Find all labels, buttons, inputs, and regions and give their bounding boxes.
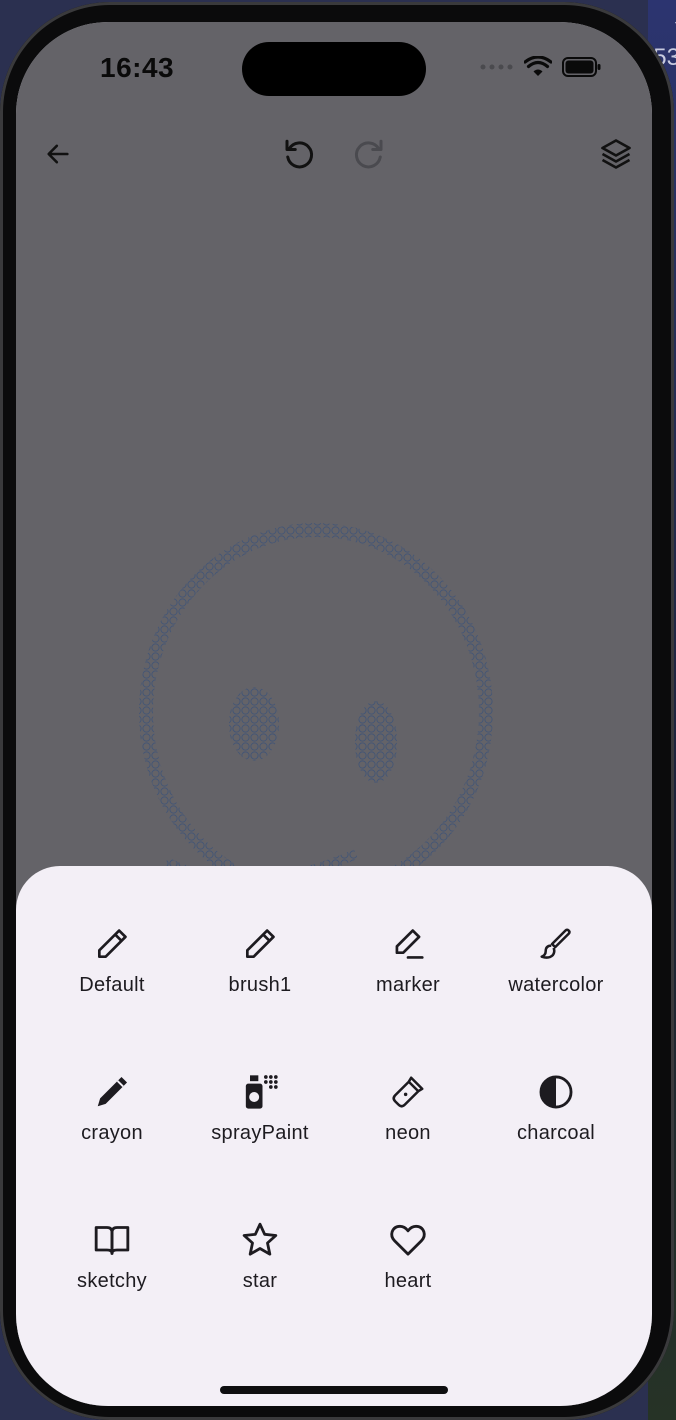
arrow-left-icon: [47, 144, 69, 164]
brush-option-heart[interactable]: heart: [334, 1210, 482, 1306]
brush-picker-sheet: Default brush1 marker watercolor crayon …: [16, 866, 652, 1406]
spray-can-icon: [240, 1072, 280, 1112]
brush-label: sprayPaint: [211, 1122, 309, 1144]
open-book-icon: [92, 1220, 132, 1260]
brush-label: Default: [79, 974, 145, 996]
layers-button[interactable]: [588, 126, 644, 182]
brush-option-charcoal[interactable]: charcoal: [482, 1062, 630, 1158]
star-icon: [240, 1220, 280, 1260]
dynamic-island: [242, 42, 426, 96]
flashlight-icon: [388, 1072, 428, 1112]
pencil-outline-icon: [92, 924, 132, 964]
signal-dots-icon: [480, 64, 513, 70]
brush-label: brush1: [228, 974, 292, 996]
brush-label: star: [242, 1270, 278, 1292]
back-button[interactable]: [30, 126, 86, 182]
redo-button[interactable]: [341, 126, 397, 182]
status-time: 16:43: [100, 52, 175, 83]
paint-brush-icon: [536, 924, 576, 964]
brush-option-marker[interactable]: marker: [334, 914, 482, 1010]
marker-icon: [388, 924, 428, 964]
half-circle-icon: [536, 1072, 576, 1112]
wifi-icon: [524, 56, 552, 76]
brush-option-spraypaint[interactable]: sprayPaint: [186, 1062, 334, 1158]
brush-option-star[interactable]: star: [186, 1210, 334, 1306]
brush-option-neon[interactable]: neon: [334, 1062, 482, 1158]
undo-icon: [285, 139, 314, 169]
brush-option-brush1[interactable]: brush1: [186, 914, 334, 1010]
redo-icon: [354, 139, 383, 169]
brush-label: sketchy: [77, 1270, 147, 1292]
brush-grid: Default brush1 marker watercolor crayon …: [38, 914, 630, 1306]
layers-icon: [601, 139, 631, 169]
status-icons: [480, 56, 602, 78]
undo-button[interactable]: [271, 126, 327, 182]
brush-option-sketchy[interactable]: sketchy: [38, 1210, 186, 1306]
brush-label: heart: [384, 1270, 432, 1292]
brush-option-crayon[interactable]: crayon: [38, 1062, 186, 1158]
app-screen: 16:43 Default brush1 marker watercolor c…: [16, 22, 652, 1406]
brush-label: charcoal: [517, 1122, 595, 1144]
home-indicator: [220, 1386, 448, 1394]
brush-label: marker: [375, 974, 441, 996]
heart-icon: [388, 1220, 428, 1260]
brush-option-default[interactable]: Default: [38, 914, 186, 1010]
battery-icon: [562, 57, 601, 77]
brush-label: neon: [385, 1122, 431, 1144]
brush-option-watercolor[interactable]: watercolor: [482, 914, 630, 1010]
brush-label: watercolor: [508, 974, 604, 996]
crayon-icon: [92, 1072, 132, 1112]
pencil-outline-icon: [240, 924, 280, 964]
brush-label: crayon: [81, 1122, 143, 1144]
phone-frame: 16:43 Default brush1 marker watercolor c…: [0, 2, 674, 1420]
